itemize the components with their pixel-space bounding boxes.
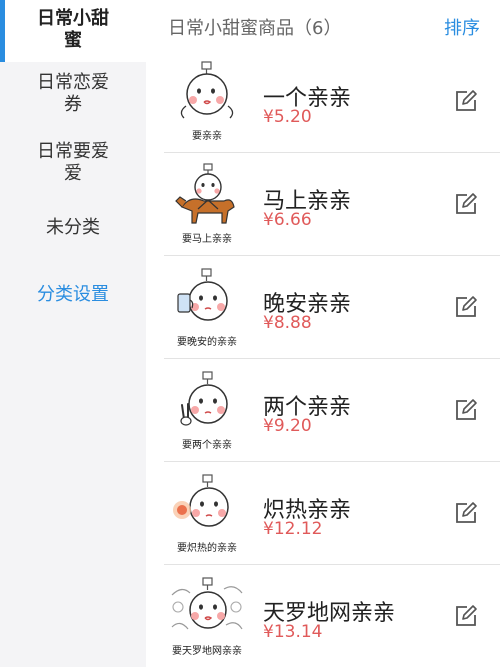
product-price: ¥9.20	[263, 416, 312, 436]
sidebar-item-label: 未分类	[46, 217, 100, 238]
page-title: 日常小甜蜜商品（6）	[168, 18, 342, 39]
product-price: ¥13.14	[263, 622, 323, 642]
list-item[interactable]: 要晚安的亲亲 晚安亲亲 ¥8.88	[146, 256, 500, 359]
sticker-caption: 要亲亲	[192, 131, 222, 142]
sticker-caption: 要炽热的亲亲	[177, 543, 237, 554]
edit-icon[interactable]	[454, 501, 478, 525]
sidebar-item-daily-sweet[interactable]: 日常小甜蜜	[0, 0, 146, 62]
category-sidebar: 日常小甜蜜 日常恋爱券 日常要爱爱 未分类 分类设置	[0, 0, 146, 667]
list-header: 日常小甜蜜商品（6） 排序	[146, 0, 500, 50]
sticker-caption: 要两个亲亲	[182, 440, 232, 451]
app: 日常小甜蜜 日常恋爱券 日常要爱爱 未分类 分类设置 日常小甜蜜商品（6） 排序	[0, 0, 500, 667]
edit-icon[interactable]	[454, 89, 478, 113]
product-price: ¥12.12	[263, 519, 323, 539]
sidebar-item-label: 日常要爱爱	[37, 141, 109, 184]
category-settings-label: 分类设置	[37, 284, 109, 305]
product-list: 要亲亲 一个亲亲 ¥5.20 要马上亲亲 马上亲亲 ¥6.66 要晚安的亲亲 晚…	[146, 50, 500, 667]
list-item[interactable]: 要天罗地网亲亲 天罗地网亲亲 ¥13.14	[146, 565, 500, 667]
net-sticker-icon: 要天罗地网亲亲	[168, 575, 246, 657]
list-item[interactable]: 要马上亲亲 马上亲亲 ¥6.66	[146, 153, 500, 256]
two-fingers-sticker-icon: 要两个亲亲	[168, 369, 246, 451]
edit-icon[interactable]	[454, 295, 478, 319]
sidebar-item-uncategorized[interactable]: 未分类	[0, 217, 146, 239]
sidebar-item-label: 日常恋爱券	[37, 72, 109, 115]
fire-sticker-icon: 要炽热的亲亲	[168, 472, 246, 554]
product-price: ¥8.88	[263, 313, 312, 333]
list-item[interactable]: 要两个亲亲 两个亲亲 ¥9.20	[146, 359, 500, 462]
sticker-caption: 要晚安的亲亲	[177, 337, 237, 348]
product-price: ¥6.66	[263, 210, 312, 230]
product-price: ¥5.20	[263, 107, 312, 127]
goodnight-sticker-icon: 要晚安的亲亲	[168, 266, 246, 348]
list-item[interactable]: 要炽热的亲亲 炽热亲亲 ¥12.12	[146, 462, 500, 565]
sidebar-item-label: 日常小甜蜜	[37, 8, 109, 51]
kiss-sticker-icon: 要亲亲	[168, 60, 246, 142]
edit-icon[interactable]	[454, 398, 478, 422]
list-item[interactable]: 要亲亲 一个亲亲 ¥5.20	[146, 50, 500, 153]
category-settings-link[interactable]: 分类设置	[0, 284, 146, 306]
sidebar-item-love-coupon[interactable]: 日常恋爱券	[0, 72, 146, 116]
sticker-caption: 要马上亲亲	[182, 234, 232, 245]
sticker-caption: 要天罗地网亲亲	[172, 646, 242, 657]
horse-rider-sticker-icon: 要马上亲亲	[168, 163, 246, 245]
sidebar-item-daily-love[interactable]: 日常要爱爱	[0, 141, 146, 185]
edit-icon[interactable]	[454, 604, 478, 628]
sort-button[interactable]: 排序	[444, 14, 480, 40]
edit-icon[interactable]	[454, 192, 478, 216]
